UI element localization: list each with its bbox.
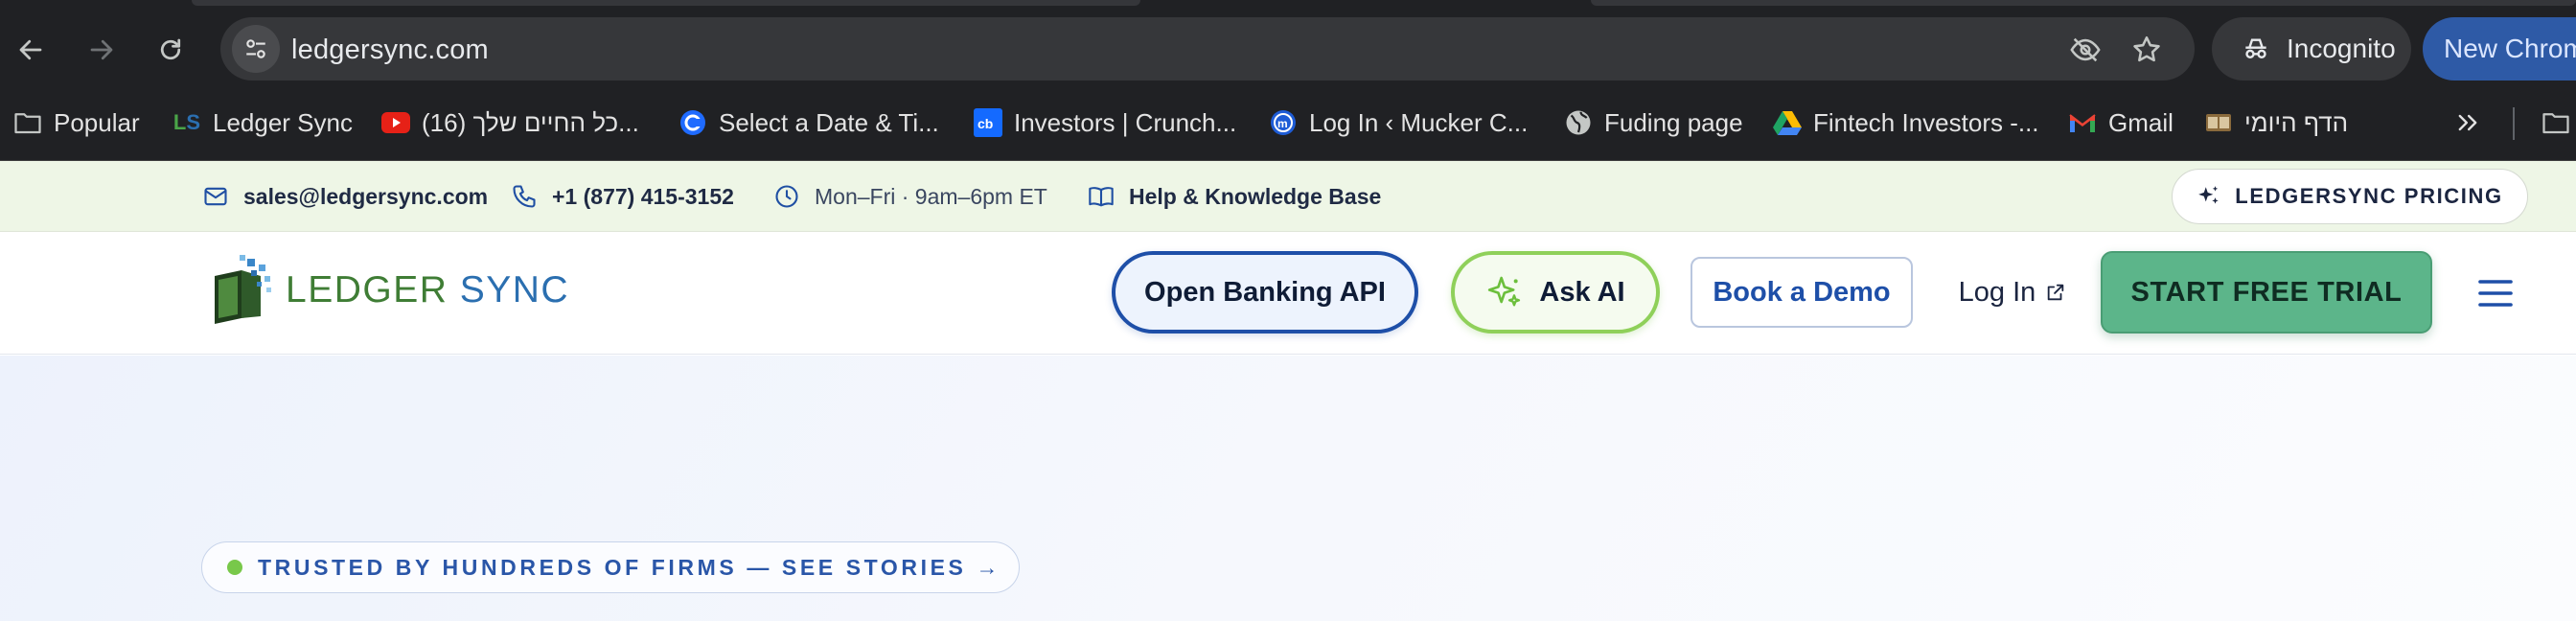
open-banking-api-button[interactable]: Open Banking API	[1112, 251, 1418, 334]
bookmark-label: Ledger Sync	[213, 107, 353, 137]
book-icon	[1087, 182, 1116, 211]
bookmark-label: Popular	[54, 107, 140, 137]
pricing-label: LEDGERSYNC PRICING	[2235, 184, 2503, 208]
bookmark-label: Log In ‹ Mucker C...	[1309, 107, 1529, 137]
back-arrow-icon	[19, 39, 42, 60]
other-bookmarks-folder[interactable]	[2542, 104, 2570, 142]
phone-text: +1 (877) 415-3152	[552, 183, 734, 209]
bookmark-crunchbase[interactable]: cb Investors | Crunch...	[974, 104, 1236, 142]
status-dot	[227, 560, 242, 575]
help-text: Help & Knowledge Base	[1129, 183, 1382, 209]
incognito-indicator[interactable]: Incognito	[2212, 17, 2411, 80]
logo-wordmark: LEDGER SYNC	[286, 269, 569, 311]
sparkle-icon	[2196, 184, 2221, 209]
svg-text:m: m	[1277, 117, 1288, 130]
forward-arrow-icon	[90, 39, 113, 60]
logo-word-sync: SYNC	[459, 269, 570, 310]
bookmark-youtube[interactable]: (16) כל החיים שלך...	[381, 104, 639, 142]
crunchbase-icon: cb	[974, 108, 1002, 137]
bookmark-label: Select a Date & Ti...	[719, 107, 939, 137]
browser-toolbar: ledgersync.com Incognito New Chrom	[0, 0, 2576, 82]
bookmark-fuding-page[interactable]: Fuding page	[1564, 104, 1743, 142]
folder-icon	[2542, 108, 2570, 137]
bookmark-label: Fuding page	[1604, 107, 1743, 137]
tab-strip-edge	[1591, 0, 2576, 6]
svg-text:cb: cb	[978, 116, 993, 131]
site-header: LEDGER SYNC Open Banking API Ask AI Book…	[0, 232, 2576, 355]
logo-word-ledger: LEDGER	[286, 269, 448, 310]
phone-link[interactable]: +1 (877) 415-3152	[510, 182, 734, 211]
youtube-icon	[381, 108, 410, 137]
email-link[interactable]: sales@ledgersync.com	[201, 182, 488, 211]
bookmark-label: הדף היומי	[2244, 107, 2349, 137]
login-label: Log In	[1958, 276, 2036, 308]
ledger-book-logo-icon	[215, 255, 271, 324]
trusted-by-badge[interactable]: TRUSTED BY HUNDREDS OF FIRMS — SEE STORI…	[201, 541, 1020, 593]
url-text[interactable]: ledgersync.com	[291, 34, 489, 66]
help-link[interactable]: Help & Knowledge Base	[1087, 182, 1381, 211]
address-bar[interactable]: ledgersync.com	[220, 17, 2195, 80]
back-button[interactable]	[6, 25, 56, 75]
bookmark-fintech-investors[interactable]: Fintech Investors -...	[1773, 104, 2039, 142]
tab-strip-edge	[192, 0, 1140, 6]
hours-text: Mon–Fri · 9am–6pm ET	[815, 183, 1047, 209]
external-link-icon	[2048, 284, 2064, 301]
incognito-label: Incognito	[2287, 34, 2396, 63]
globe-icon	[1564, 108, 1593, 137]
forward-button[interactable]	[77, 25, 126, 75]
site-info-button[interactable]	[232, 25, 280, 73]
bookmarks-divider	[2513, 107, 2515, 140]
pricing-button[interactable]: LEDGERSYNC PRICING	[2172, 169, 2528, 224]
more-bookmarks-button[interactable]	[2453, 104, 2482, 142]
calendly-icon	[678, 108, 707, 137]
clock-icon	[772, 182, 801, 211]
reload-icon	[160, 38, 181, 60]
ledgersync-favicon: LS	[172, 110, 201, 134]
contact-bar: sales@ledgersync.com +1 (877) 415-3152 M…	[0, 161, 2576, 232]
ask-ai-button[interactable]: Ask AI	[1451, 251, 1660, 334]
bookmark-label: Fintech Investors -...	[1813, 107, 2039, 137]
bookmark-label: Gmail	[2108, 107, 2174, 137]
ask-ai-label: Ask AI	[1539, 276, 1625, 308]
bookmark-mucker[interactable]: m Log In ‹ Mucker C...	[1269, 104, 1528, 142]
tune-icon	[246, 39, 265, 58]
hamburger-menu-icon[interactable]	[2474, 274, 2517, 312]
phone-icon	[510, 182, 539, 211]
mail-icon	[201, 182, 230, 211]
bookmark-daf-yomi[interactable]: הדף היומי	[2204, 104, 2348, 142]
hours-info: Mon–Fri · 9am–6pm ET	[772, 182, 1047, 211]
chevron-double-right-icon	[2453, 108, 2482, 137]
bookmarks-bar: Popular LS Ledger Sync (16) כל החיים שלך…	[0, 82, 2576, 161]
bookmark-gmail[interactable]: Gmail	[2068, 104, 2174, 142]
folder-icon	[13, 108, 42, 137]
email-text: sales@ledgersync.com	[243, 183, 489, 209]
login-link[interactable]: Log In	[1945, 257, 2080, 328]
bookmark-label: (16) כל החיים שלך...	[422, 107, 639, 137]
incognito-icon	[2245, 38, 2266, 58]
bookmark-ledger-sync[interactable]: LS Ledger Sync	[172, 104, 353, 142]
sparkle-icon	[1488, 276, 1521, 307]
reload-button[interactable]	[146, 25, 196, 75]
ledgersync-logo[interactable]: LEDGER SYNC	[209, 255, 569, 326]
google-drive-icon	[1773, 108, 1802, 137]
gmail-icon	[2068, 108, 2097, 137]
new-chrome-button[interactable]: New Chrom	[2423, 17, 2576, 80]
book-demo-button[interactable]: Book a Demo	[1690, 257, 1913, 328]
hero-section: TRUSTED BY HUNDREDS OF FIRMS — SEE STORI…	[0, 356, 2576, 621]
bookmark-label: Investors | Crunch...	[1014, 107, 1237, 137]
bookmark-popular[interactable]: Popular	[13, 104, 140, 142]
bookmark-calendly[interactable]: Select a Date & Ti...	[678, 104, 939, 142]
start-free-trial-button[interactable]: START FREE TRIAL	[2101, 251, 2432, 334]
bookmark-star-icon[interactable]	[2128, 31, 2166, 69]
daf-icon	[2204, 108, 2233, 137]
trusted-by-label: TRUSTED BY HUNDREDS OF FIRMS — SEE STORI…	[258, 554, 1002, 580]
tracking-protection-icon[interactable]	[2066, 31, 2104, 69]
mucker-icon: m	[1269, 108, 1298, 137]
